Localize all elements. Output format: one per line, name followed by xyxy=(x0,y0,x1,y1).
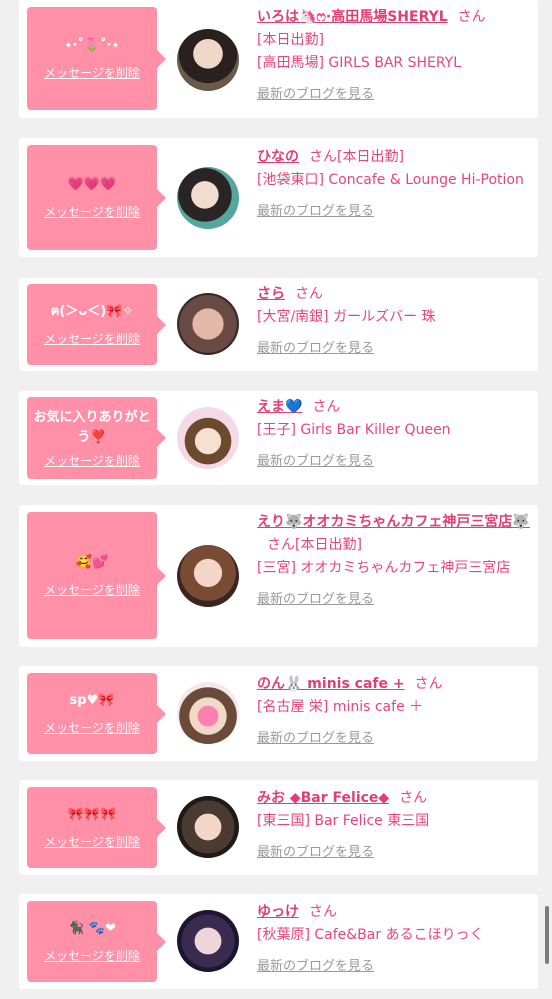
latest-blog-link[interactable]: 最新のブログを見る xyxy=(257,955,535,978)
message-text: 💗💗💗 xyxy=(67,177,117,192)
work-status: [本日出勤] xyxy=(337,149,404,165)
favorite-card: 💗💗💗 メッセージを削除 ひなの さん[本日出勤] [池袋東口] Concafe … xyxy=(19,138,538,257)
avatar[interactable] xyxy=(177,293,239,355)
latest-blog-link[interactable]: 最新のブログを見る xyxy=(257,450,535,473)
profile-info: ひなの さん[本日出勤] [池袋東口] Concafe & Lounge Hi-P… xyxy=(257,146,535,223)
profile-name-link[interactable]: さら xyxy=(257,286,285,302)
profile-name-link[interactable]: みお ◆Bar Felice◆ xyxy=(257,790,389,806)
work-status: [本日出勤] xyxy=(295,537,362,553)
profile-name-link[interactable]: ひなの xyxy=(257,149,299,165)
delete-message-link[interactable]: メッセージを削除 xyxy=(44,64,140,81)
honorific: さん xyxy=(312,399,341,415)
message-bubble: お気に入りありがとう❣️ メッセージを削除 xyxy=(27,397,166,479)
shop-name: [池袋東口] Concafe & Lounge Hi-Potion xyxy=(257,172,524,188)
message-bubble: ฅ(＞ᴗ＜)🎀✧ メッセージを削除 xyxy=(27,284,166,365)
profile-info: さら さん [大宮/南銀] ガールズバー 珠 最新のブログを見る xyxy=(257,283,535,360)
delete-message-link[interactable]: メッセージを削除 xyxy=(44,203,140,220)
avatar[interactable] xyxy=(177,167,239,229)
honorific: さん xyxy=(457,9,486,25)
message-bubble: sp♥🎀 メッセージを削除 xyxy=(27,673,166,754)
message-text: ฅ(＞ᴗ＜)🎀✧ xyxy=(50,304,134,319)
honorific: さん xyxy=(414,676,443,692)
message-text: ⋆·˚🌷˚·⋆ xyxy=(64,38,120,53)
honorific: さん xyxy=(267,537,295,553)
delete-message-link[interactable]: メッセージを削除 xyxy=(44,452,140,469)
profile-info: のん🐰 minis cafe + さん [名古屋 栄] minis cafe ＋ … xyxy=(257,673,535,750)
message-text: 🎀🎀🎀 xyxy=(67,807,117,822)
message-text: お気に入りありがとう❣️ xyxy=(33,409,151,445)
latest-blog-link[interactable]: 最新のブログを見る xyxy=(257,337,535,360)
delete-message-link[interactable]: メッセージを削除 xyxy=(44,581,140,598)
shop-name: [王子] Girls Bar Killer Queen xyxy=(257,422,451,438)
delete-message-link[interactable]: メッセージを削除 xyxy=(44,719,140,736)
message-bubble: ⋆·˚🌷˚·⋆ メッセージを削除 xyxy=(27,7,166,110)
avatar[interactable] xyxy=(177,545,239,607)
shop-name: [名古屋 栄] minis cafe ＋ xyxy=(257,699,424,715)
favorite-card: 🐈‍⬛ 🐾❤ メッセージを削除 ゆっけ さん [秋葉原] Cafe&Bar あるこ… xyxy=(19,894,538,989)
avatar[interactable] xyxy=(177,29,239,91)
latest-blog-link[interactable]: 最新のブログを見る xyxy=(257,588,535,611)
profile-info: ゆっけ さん [秋葉原] Cafe&Bar あるこほりっく 最新のブログを見る xyxy=(257,901,535,978)
profile-name-link[interactable]: えり🐺オオカミちゃんカフェ神戸三宮店🐺 xyxy=(257,514,530,530)
latest-blog-link[interactable]: 最新のブログを見る xyxy=(257,727,535,750)
favorite-card: sp♥🎀 メッセージを削除 のん🐰 minis cafe + さん [名古屋 栄]… xyxy=(19,666,538,761)
profile-info: えま💙 さん [王子] Girls Bar Killer Queen 最新のブログ… xyxy=(257,396,535,473)
favorite-card: お気に入りありがとう❣️ メッセージを削除 えま💙 さん [王子] Girls B… xyxy=(19,391,538,485)
shop-name: [三宮] オオカミちゃんカフェ神戸三宮店 xyxy=(257,560,511,576)
shop-name: [大宮/南銀] ガールズバー 珠 xyxy=(257,309,436,325)
favorite-card: ฅ(＞ᴗ＜)🎀✧ メッセージを削除 さら さん [大宮/南銀] ガールズバー 珠 … xyxy=(19,278,538,371)
profile-name-link[interactable]: いろは🦄ෆ·高田馬場SHERYL xyxy=(257,9,448,25)
message-bubble: 🎀🎀🎀 メッセージを削除 xyxy=(27,787,166,868)
shop-name: [秋葉原] Cafe&Bar あるこほりっく xyxy=(257,927,484,943)
shop-name: [高田馬場] GIRLS BAR SHERYL xyxy=(257,55,462,71)
delete-message-link[interactable]: メッセージを削除 xyxy=(44,833,140,850)
message-bubble: 💗💗💗 メッセージを削除 xyxy=(27,145,166,250)
favorite-card: 🎀🎀🎀 メッセージを削除 みお ◆Bar Felice◆ さん [東三国] Bar… xyxy=(19,780,538,875)
profile-info: みお ◆Bar Felice◆ さん [東三国] Bar Felice 東三国 最… xyxy=(257,787,535,864)
work-status: [本日出勤] xyxy=(257,32,324,48)
favorite-card: 🥰💕 メッセージを削除 えり🐺オオカミちゃんカフェ神戸三宮店🐺 さん[本日出勤] … xyxy=(19,505,538,647)
profile-name-link[interactable]: えま💙 xyxy=(257,399,302,415)
shop-name: [東三国] Bar Felice 東三国 xyxy=(257,813,430,829)
message-bubble: 🥰💕 メッセージを削除 xyxy=(27,512,166,639)
message-text: 🐈‍⬛ 🐾❤ xyxy=(68,921,116,936)
avatar[interactable] xyxy=(177,407,239,469)
message-text: 🥰💕 xyxy=(75,555,109,570)
message-text: sp♥🎀 xyxy=(69,693,115,708)
avatar[interactable] xyxy=(177,910,239,972)
scrollbar[interactable] xyxy=(545,906,549,964)
delete-message-link[interactable]: メッセージを削除 xyxy=(44,947,140,964)
delete-message-link[interactable]: メッセージを削除 xyxy=(44,330,140,347)
honorific: さん xyxy=(399,790,428,806)
honorific: さん xyxy=(309,149,337,165)
favorite-card: ⋆·˚🌷˚·⋆ メッセージを削除 いろは🦄ෆ·高田馬場SHERYL さん [本日出… xyxy=(19,0,538,118)
avatar[interactable] xyxy=(177,682,239,744)
profile-name-link[interactable]: のん🐰 minis cafe + xyxy=(257,676,405,692)
avatar[interactable] xyxy=(177,796,239,858)
latest-blog-link[interactable]: 最新のブログを見る xyxy=(257,841,535,864)
favorites-page: { "suffix": "さん", "delete_label": "メッセージ… xyxy=(0,0,552,999)
latest-blog-link[interactable]: 最新のブログを見る xyxy=(257,83,535,106)
message-bubble: 🐈‍⬛ 🐾❤ メッセージを削除 xyxy=(27,901,166,982)
profile-info: えり🐺オオカミちゃんカフェ神戸三宮店🐺 さん[本日出勤] [三宮] オオカミちゃん… xyxy=(257,511,535,611)
profile-info: いろは🦄ෆ·高田馬場SHERYL さん [本日出勤] [高田馬場] GIRLS B… xyxy=(257,6,535,106)
latest-blog-link[interactable]: 最新のブログを見る xyxy=(257,200,535,223)
honorific: さん xyxy=(295,286,323,302)
honorific: さん xyxy=(309,904,337,920)
profile-name-link[interactable]: ゆっけ xyxy=(257,904,299,920)
